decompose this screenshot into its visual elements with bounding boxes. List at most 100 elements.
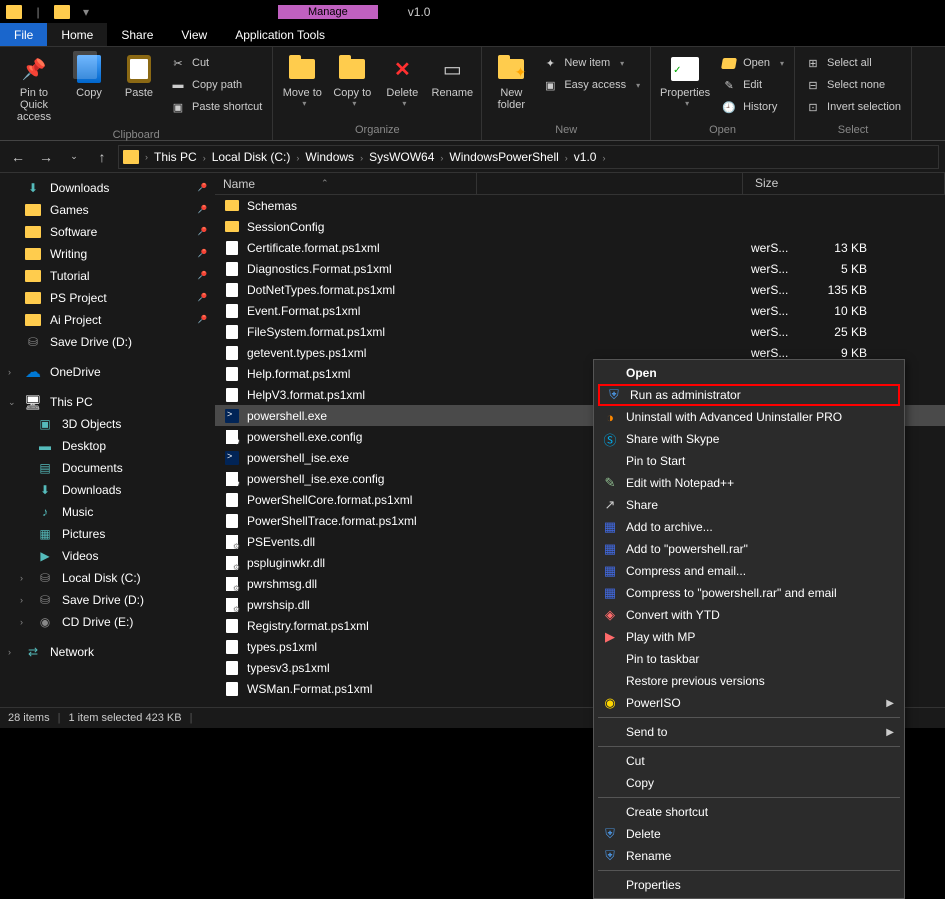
breadcrumb-segment[interactable]: Local Disk (C:) bbox=[208, 150, 295, 164]
expand-icon[interactable]: › bbox=[20, 617, 23, 627]
context-menu-item[interactable]: Compress to "powershell.rar" and email bbox=[596, 582, 902, 604]
sidebar-item[interactable]: Music bbox=[0, 501, 215, 523]
new-item-button[interactable]: ✦New item bbox=[538, 53, 644, 73]
sidebar-item[interactable]: ›Save Drive (D:) bbox=[0, 589, 215, 611]
tab-view[interactable]: View bbox=[167, 23, 221, 46]
chevron-right-icon[interactable]: › bbox=[358, 153, 365, 163]
sidebar-item[interactable]: ›Network bbox=[0, 641, 215, 663]
select-none-button[interactable]: ⊟Select none bbox=[801, 75, 905, 95]
tab-file[interactable]: File bbox=[0, 23, 47, 46]
sidebar-item[interactable]: Ai Project📍 bbox=[0, 309, 215, 331]
context-menu-item[interactable]: Properties bbox=[596, 874, 902, 896]
navigation-pane[interactable]: Downloads📍Games📍Software📍Writing📍Tutoria… bbox=[0, 173, 215, 707]
context-menu-item[interactable]: Play with MP bbox=[596, 626, 902, 648]
new-folder-button[interactable]: New folder bbox=[488, 49, 534, 115]
copy-button[interactable]: Copy bbox=[66, 49, 112, 103]
delete-button[interactable]: ✕Delete bbox=[379, 49, 425, 112]
column-date[interactable] bbox=[477, 173, 743, 194]
column-size[interactable]: Size bbox=[743, 173, 945, 194]
qat-dropdown-icon[interactable]: ▾ bbox=[76, 2, 96, 22]
up-button[interactable]: ↑ bbox=[90, 145, 114, 169]
chevron-right-icon[interactable]: › bbox=[600, 153, 607, 163]
file-row[interactable]: Certificate.format.ps1xmlwerS...13 KB bbox=[215, 237, 945, 258]
paste-button[interactable]: Paste bbox=[116, 49, 162, 103]
context-menu-item[interactable]: Pin to Start bbox=[596, 450, 902, 472]
context-menu-item[interactable]: Pin to taskbar bbox=[596, 648, 902, 670]
context-menu-item[interactable]: Add to "powershell.rar" bbox=[596, 538, 902, 560]
breadcrumb-segment[interactable]: SysWOW64 bbox=[365, 150, 438, 164]
sidebar-item[interactable]: Pictures bbox=[0, 523, 215, 545]
sidebar-item[interactable]: Downloads📍 bbox=[0, 177, 215, 199]
rename-button[interactable]: ▭Rename bbox=[429, 49, 475, 103]
context-menu-item[interactable]: Edit with Notepad++ bbox=[596, 472, 902, 494]
tab-share[interactable]: Share bbox=[107, 23, 167, 46]
file-row[interactable]: DotNetTypes.format.ps1xmlwerS...135 KB bbox=[215, 279, 945, 300]
back-button[interactable]: ← bbox=[6, 145, 30, 169]
sidebar-item[interactable]: Games📍 bbox=[0, 199, 215, 221]
context-menu-item[interactable]: Restore previous versions bbox=[596, 670, 902, 692]
move-to-button[interactable]: Move to bbox=[279, 49, 325, 112]
sidebar-item[interactable]: 3D Objects bbox=[0, 413, 215, 435]
expand-icon[interactable]: › bbox=[8, 367, 11, 377]
sidebar-item[interactable]: Videos bbox=[0, 545, 215, 567]
sidebar-item[interactable]: ⌄This PC bbox=[0, 391, 215, 413]
context-menu-item[interactable]: Create shortcut bbox=[596, 801, 902, 823]
context-menu-item[interactable]: Run as administrator bbox=[598, 384, 900, 406]
easy-access-button[interactable]: ▣Easy access bbox=[538, 75, 644, 95]
breadcrumb-segment[interactable]: Windows bbox=[301, 150, 358, 164]
address-bar[interactable]: › This PC›Local Disk (C:)›Windows›SysWOW… bbox=[118, 145, 939, 169]
context-menu-item[interactable]: Share with Skype bbox=[596, 428, 902, 450]
file-row[interactable]: Event.Format.ps1xmlwerS...10 KB bbox=[215, 300, 945, 321]
sidebar-item[interactable]: Software📍 bbox=[0, 221, 215, 243]
invert-selection-button[interactable]: ⊡Invert selection bbox=[801, 97, 905, 117]
pin-to-quick-access-button[interactable]: 📌Pin to Quick access bbox=[6, 49, 62, 127]
breadcrumb-segment[interactable]: This PC bbox=[150, 150, 201, 164]
file-row[interactable]: Diagnostics.Format.ps1xmlwerS...5 KB bbox=[215, 258, 945, 279]
context-menu-item[interactable]: Rename bbox=[596, 845, 902, 867]
chevron-right-icon[interactable]: › bbox=[143, 152, 150, 162]
file-row[interactable]: FileSystem.format.ps1xmlwerS...25 KB bbox=[215, 321, 945, 342]
context-menu-item[interactable]: Uninstall with Advanced Uninstaller PRO bbox=[596, 406, 902, 428]
expand-icon[interactable]: › bbox=[20, 595, 23, 605]
sidebar-item[interactable]: Writing📍 bbox=[0, 243, 215, 265]
file-row[interactable]: SessionConfig bbox=[215, 216, 945, 237]
context-menu-item[interactable]: Share bbox=[596, 494, 902, 516]
history-button[interactable]: 🕘History bbox=[717, 97, 788, 117]
sidebar-item[interactable]: Tutorial📍 bbox=[0, 265, 215, 287]
sidebar-item[interactable]: ›CD Drive (E:) bbox=[0, 611, 215, 633]
breadcrumb-segment[interactable]: WindowsPowerShell bbox=[445, 150, 562, 164]
context-menu-item[interactable]: Add to archive... bbox=[596, 516, 902, 538]
manage-tab-label[interactable]: Manage bbox=[278, 5, 378, 19]
chevron-right-icon[interactable]: › bbox=[563, 153, 570, 163]
context-menu-item[interactable]: Delete bbox=[596, 823, 902, 845]
sidebar-item[interactable]: ›OneDrive bbox=[0, 361, 215, 383]
edit-button[interactable]: ✎Edit bbox=[717, 75, 788, 95]
sidebar-item[interactable]: Downloads bbox=[0, 479, 215, 501]
sidebar-item[interactable]: Documents bbox=[0, 457, 215, 479]
context-menu-item[interactable]: PowerISO▶ bbox=[596, 692, 902, 714]
sidebar-item[interactable]: Save Drive (D:) bbox=[0, 331, 215, 353]
chevron-right-icon[interactable]: › bbox=[201, 153, 208, 163]
context-menu-item[interactable]: Copy bbox=[596, 772, 902, 794]
sidebar-item[interactable]: Desktop bbox=[0, 435, 215, 457]
recent-locations-button[interactable]: ⌄ bbox=[62, 145, 86, 169]
forward-button[interactable]: → bbox=[34, 145, 58, 169]
sidebar-item[interactable]: ›Local Disk (C:) bbox=[0, 567, 215, 589]
tab-home[interactable]: Home bbox=[47, 23, 107, 46]
context-menu-item[interactable]: Send to▶ bbox=[596, 721, 902, 743]
sidebar-item[interactable]: PS Project📍 bbox=[0, 287, 215, 309]
context-menu-item[interactable]: Convert with YTD bbox=[596, 604, 902, 626]
cut-button[interactable]: ✂Cut bbox=[166, 53, 266, 73]
copy-path-button[interactable]: ▬Copy path bbox=[166, 75, 266, 95]
select-all-button[interactable]: ⊞Select all bbox=[801, 53, 905, 73]
context-menu-item[interactable]: Compress and email... bbox=[596, 560, 902, 582]
context-menu-item[interactable]: Open bbox=[596, 362, 902, 384]
breadcrumb-segment[interactable]: v1.0 bbox=[570, 150, 601, 164]
copy-to-button[interactable]: Copy to bbox=[329, 49, 375, 112]
properties-button[interactable]: Properties bbox=[657, 49, 713, 112]
column-headers[interactable]: Name Size bbox=[215, 173, 945, 195]
context-menu-item[interactable]: Cut bbox=[596, 750, 902, 772]
expand-icon[interactable]: › bbox=[20, 573, 23, 583]
column-name[interactable]: Name bbox=[215, 173, 477, 194]
file-row[interactable]: Schemas bbox=[215, 195, 945, 216]
